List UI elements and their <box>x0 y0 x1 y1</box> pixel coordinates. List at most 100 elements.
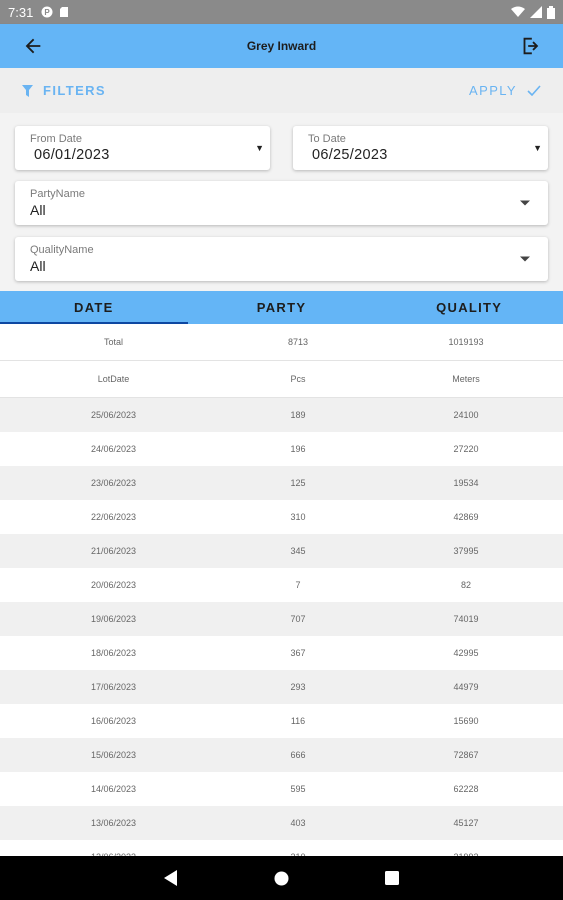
lot-date-cell: 25/06/2023 <box>90 410 137 420</box>
lot-date-cell: 24/06/2023 <box>90 444 137 454</box>
party-name-dropdown[interactable]: PartyName All <box>15 181 548 225</box>
to-date-picker[interactable]: To Date 06/25/2023 ▼ <box>293 126 548 170</box>
from-date-value: 06/01/2023 <box>34 147 110 163</box>
apply-button[interactable]: APPLY <box>469 83 541 98</box>
data-table: Total 8713 1019193 LotDate Pcs Meters 25… <box>0 324 563 856</box>
table-body: 25/06/2023 189 24100 24/06/2023 196 27220 23/0… <box>0 398 563 856</box>
svg-text:P: P <box>45 8 51 17</box>
lot-date-cell: 14/06/2023 <box>90 784 137 794</box>
apply-label: APPLY <box>469 83 517 98</box>
tab-bar: DATE PARTY QUALITY <box>0 291 563 324</box>
dropdown-arrow-icon: ▼ <box>533 143 542 153</box>
table-row[interactable]: 21/06/2023 345 37995 <box>0 534 563 568</box>
pcs-cell: 367 <box>290 648 306 658</box>
total-row: Total 8713 1019193 <box>0 324 563 361</box>
table-row[interactable]: 22/06/2023 310 42869 <box>0 500 563 534</box>
column-header-pcs: Pcs <box>290 374 306 384</box>
status-icons <box>511 5 555 19</box>
table-header: LotDate Pcs Meters <box>0 361 563 398</box>
to-date-label: To Date <box>308 133 346 145</box>
dropdown-arrow-icon <box>520 256 530 262</box>
meters-cell: 19534 <box>453 478 479 488</box>
meters-cell: 24100 <box>453 410 479 420</box>
pcs-cell: 707 <box>290 614 306 624</box>
pcs-cell: 403 <box>290 818 306 828</box>
filters-label: FILTERS <box>43 83 106 98</box>
quality-name-dropdown[interactable]: QualityName All <box>15 237 548 281</box>
page-title: Grey Inward <box>246 39 317 53</box>
table-row[interactable]: 13/06/2023 403 45127 <box>0 806 563 840</box>
check-icon <box>527 85 541 96</box>
app-bar: Grey Inward <box>0 24 563 68</box>
sd-card-icon <box>60 7 69 17</box>
table-row[interactable]: 20/06/2023 7 82 <box>0 568 563 602</box>
meters-cell: 45127 <box>453 818 479 828</box>
meters-cell: 44979 <box>453 682 479 692</box>
tab-party[interactable]: PARTY <box>188 291 376 324</box>
meters-cell: 62228 <box>453 784 479 794</box>
table-row[interactable]: 25/06/2023 189 24100 <box>0 398 563 432</box>
meters-cell: 15690 <box>453 716 479 726</box>
meters-cell: 27220 <box>453 444 479 454</box>
column-header-meters: Meters <box>452 374 480 384</box>
nav-recents-icon[interactable] <box>385 871 399 885</box>
meters-cell: 37995 <box>453 546 479 556</box>
filter-bar: FILTERS APPLY <box>0 68 563 113</box>
table-row[interactable]: 15/06/2023 666 72867 <box>0 738 563 772</box>
pcs-cell: 116 <box>290 716 306 726</box>
party-name-label: PartyName <box>30 188 86 200</box>
from-date-picker[interactable]: From Date 06/01/2023 ▼ <box>15 126 270 170</box>
table-row[interactable]: 16/06/2023 116 15690 <box>0 704 563 738</box>
pcs-cell: 125 <box>290 478 306 488</box>
tab-date[interactable]: DATE <box>0 291 188 324</box>
pcs-cell: 666 <box>290 750 306 760</box>
lot-date-cell: 19/06/2023 <box>90 614 137 624</box>
status-bar: 7:31 P <box>0 0 563 24</box>
lot-date-cell: 15/06/2023 <box>90 750 137 760</box>
wifi-icon <box>511 6 525 17</box>
dropdown-arrow-icon <box>520 200 530 206</box>
logout-icon[interactable] <box>519 34 541 58</box>
meters-cell: 74019 <box>453 614 479 624</box>
battery-icon <box>547 5 555 19</box>
lot-date-cell: 20/06/2023 <box>90 580 137 590</box>
lot-date-cell: 23/06/2023 <box>90 478 137 488</box>
table-row[interactable]: 17/06/2023 293 44979 <box>0 670 563 704</box>
nav-back-icon[interactable] <box>164 870 178 886</box>
pcs-cell: 293 <box>290 682 306 692</box>
quality-name-label: QualityName <box>30 244 94 256</box>
quality-name-value: All <box>30 258 46 274</box>
meters-cell: 72867 <box>453 750 479 760</box>
notification-app-icon: P <box>41 6 53 18</box>
table-row[interactable]: 12/06/202321021992 <box>0 840 563 856</box>
status-time: 7:31 <box>8 4 34 20</box>
pcs-cell: 196 <box>290 444 306 454</box>
table-row[interactable]: 14/06/2023 595 62228 <box>0 772 563 806</box>
signal-icon <box>530 6 542 18</box>
pcs-cell: 7 <box>295 580 301 590</box>
lot-date-cell: 22/06/2023 <box>90 512 137 522</box>
table-row[interactable]: 19/06/2023 707 74019 <box>0 602 563 636</box>
lot-date-cell: 13/06/2023 <box>90 818 137 828</box>
lot-date-cell: 17/06/2023 <box>90 682 137 692</box>
nav-home-icon[interactable] <box>274 871 289 886</box>
table-row[interactable]: 23/06/2023 125 19534 <box>0 466 563 500</box>
to-date-value: 06/25/2023 <box>312 147 388 163</box>
pcs-cell: 310 <box>290 512 306 522</box>
meters-cell: 82 <box>460 580 471 590</box>
filters-button[interactable]: FILTERS <box>22 83 106 98</box>
filter-funnel-icon <box>22 84 33 97</box>
pcs-cell: 345 <box>290 546 306 556</box>
meters-cell: 42869 <box>453 512 479 522</box>
table-row[interactable]: 24/06/2023 196 27220 <box>0 432 563 466</box>
lot-date-cell: 16/06/2023 <box>90 716 137 726</box>
tab-quality[interactable]: QUALITY <box>375 291 563 324</box>
column-header-lotdate: LotDate <box>97 374 130 384</box>
lot-date-cell: 21/06/2023 <box>90 546 137 556</box>
lot-date-cell: 18/06/2023 <box>90 648 137 658</box>
back-arrow-icon[interactable] <box>22 35 44 57</box>
party-name-value: All <box>30 202 46 218</box>
filter-panel: From Date 06/01/2023 ▼ To Date 06/25/202… <box>0 113 563 291</box>
table-row[interactable]: 18/06/2023 367 42995 <box>0 636 563 670</box>
dropdown-arrow-icon: ▼ <box>255 143 264 153</box>
